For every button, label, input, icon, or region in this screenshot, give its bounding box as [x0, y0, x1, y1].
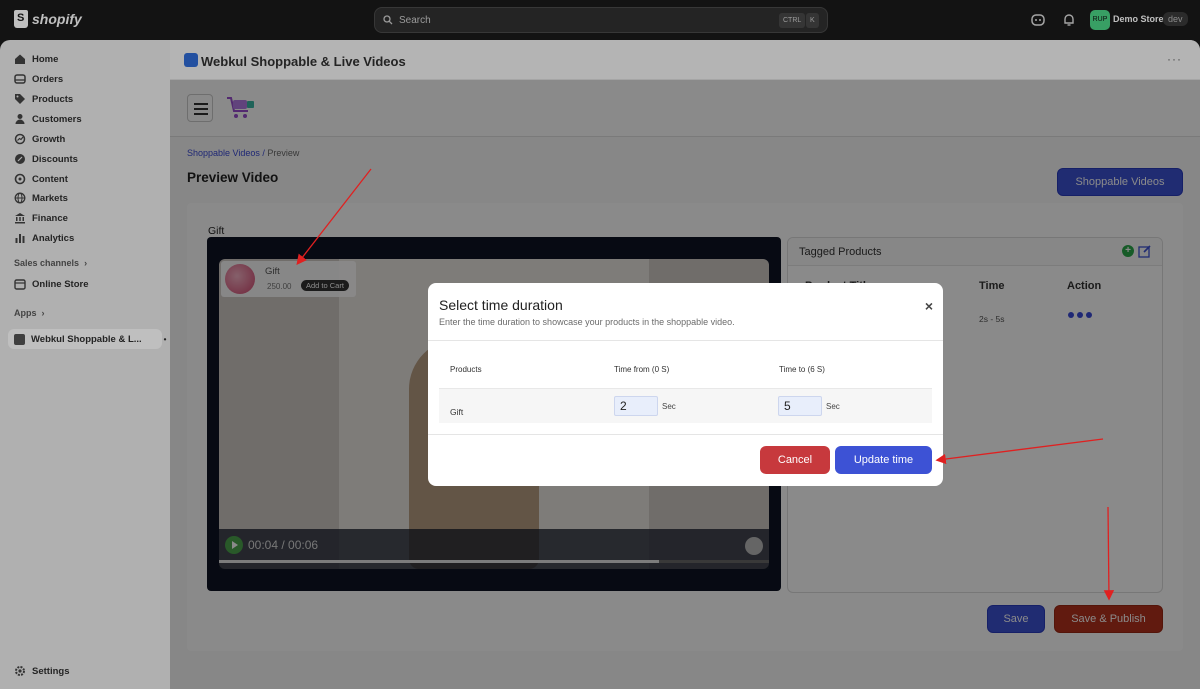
modal-title: Select time duration — [439, 297, 563, 313]
time-to-input[interactable]: 5 — [778, 396, 822, 416]
modal-subtitle: Enter the time duration to showcase your… — [439, 317, 735, 327]
time-duration-modal: Select time duration Enter the time dura… — [428, 283, 943, 486]
column-time-from: Time from (0 S) — [614, 365, 670, 374]
cancel-button[interactable]: Cancel — [760, 446, 830, 474]
close-icon[interactable]: × — [925, 298, 933, 314]
column-time-to: Time to (6 S) — [779, 365, 825, 374]
time-from-input[interactable]: 2 — [614, 396, 658, 416]
divider — [428, 340, 943, 341]
table-row: Gift 2 Sec 5 Sec — [439, 388, 932, 423]
product-cell: Gift — [450, 407, 464, 417]
time-from-unit: Sec — [662, 402, 676, 411]
divider — [428, 434, 943, 435]
update-time-button[interactable]: Update time — [835, 446, 932, 474]
time-to-unit: Sec — [826, 402, 840, 411]
column-products: Products — [450, 365, 482, 374]
